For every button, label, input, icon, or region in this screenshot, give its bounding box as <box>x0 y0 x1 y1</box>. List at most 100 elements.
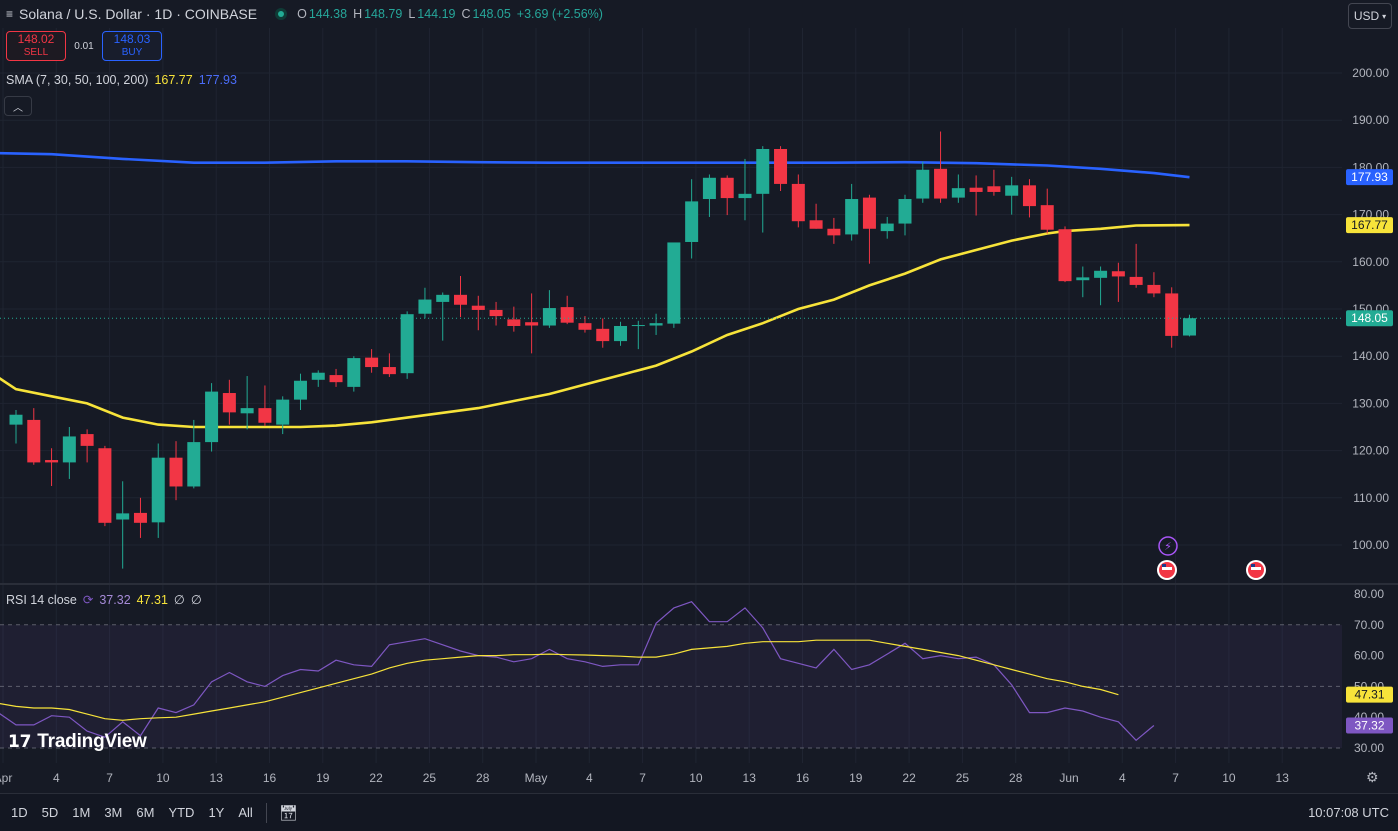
us-flag-icon-2-canton <box>1251 564 1255 567</box>
date-tick-label: 22 <box>369 771 383 785</box>
change-value: +3.69 (+2.56%) <box>516 7 603 21</box>
candle-body <box>507 319 521 326</box>
buy-button[interactable]: 148.03 BUY <box>102 31 162 61</box>
chevron-down-icon: ▾ <box>1382 11 1387 21</box>
currency-button[interactable]: USD ▾ <box>1348 3 1392 29</box>
low-value: 144.19 <box>417 7 456 21</box>
rsi-empty-1: ∅ <box>173 593 185 607</box>
rsi-value: 37.32 <box>99 592 131 607</box>
range-ytd[interactable]: YTD <box>161 805 201 820</box>
date-tick-label: 16 <box>263 771 277 785</box>
price-tick-label: 100.00 <box>1352 538 1389 552</box>
gear-icon[interactable]: ⚙ <box>1366 769 1379 786</box>
rsi-tick-label: 60.00 <box>1354 649 1384 663</box>
range-1m[interactable]: 1M <box>65 805 97 820</box>
date-tick-label: Apr <box>0 771 12 785</box>
price-tick-label: 110.00 <box>1353 491 1389 505</box>
candle-body <box>1094 270 1108 278</box>
date-tick-label: 10 <box>689 771 703 785</box>
chart-canvas[interactable]: 200.00190.00180.00170.00160.00150.00140.… <box>0 0 1398 793</box>
candle-body <box>649 323 663 326</box>
candle-body <box>934 168 948 199</box>
rsi-tick-label: 70.00 <box>1354 618 1384 632</box>
spread-value: 0.01 <box>74 40 94 52</box>
trade-panel: 148.02 SELL 0.01 148.03 BUY <box>6 31 162 61</box>
candle-body <box>489 309 503 317</box>
price-tick-label: 130.00 <box>1352 396 1389 410</box>
candle-body <box>1040 205 1054 230</box>
date-tick-label: May <box>525 771 548 785</box>
sma-value-blue: 177.93 <box>198 73 237 87</box>
chevron-up-icon[interactable]: ︿ <box>4 96 32 116</box>
candle-body <box>205 391 219 443</box>
date-tick-label: 7 <box>106 771 113 785</box>
close-value: 148.05 <box>472 7 511 21</box>
candle-body <box>862 197 876 229</box>
candle-body <box>845 199 859 235</box>
rsi-legend[interactable]: RSI 14 close ⟳ 37.32 47.31 ∅ ∅ <box>6 592 202 608</box>
sma-legend[interactable]: SMA (7, 30, 50, 100, 200) 167.77 177.93 <box>6 73 237 87</box>
range-6m[interactable]: 6M <box>129 805 161 820</box>
sell-label: SELL <box>23 47 49 58</box>
rsi-ma-value: 47.31 <box>136 592 168 607</box>
candle-body <box>133 512 147 523</box>
currency-label: USD <box>1353 9 1380 23</box>
buy-price: 148.03 <box>113 32 151 46</box>
date-tick-label: 10 <box>1222 771 1236 785</box>
range-1y[interactable]: 1Y <box>201 805 231 820</box>
date-tick-label: Jun <box>1059 771 1078 785</box>
candle-body <box>702 177 716 200</box>
candle-body <box>1058 229 1072 282</box>
candle-body <box>258 408 272 423</box>
hamburger-icon[interactable]: ≡ <box>6 7 13 21</box>
candle-body <box>560 307 574 323</box>
candle-body <box>293 380 307 400</box>
sell-price: 148.02 <box>17 32 55 46</box>
date-tick-label: 4 <box>1119 771 1126 785</box>
ohlc-values: O 144.38 H 148.79 L 144.19 C 148.05 +3.69 (+… <box>297 7 603 21</box>
rsi-tick-label: 30.00 <box>1354 741 1384 755</box>
candle-body <box>756 148 770 194</box>
symbol-title[interactable]: Solana / U.S. Dollar · 1D · COINBASE <box>19 6 257 22</box>
sma-label: SMA (7, 30, 50, 100, 200) <box>6 73 149 87</box>
buy-label: BUY <box>121 47 143 58</box>
candle-body <box>827 228 841 236</box>
high-value: 148.79 <box>364 7 403 21</box>
candle-body <box>436 294 450 302</box>
range-all[interactable]: All <box>231 805 259 820</box>
candle-body <box>578 323 592 330</box>
range-1d[interactable]: 1D <box>0 805 35 820</box>
date-tick-label: 7 <box>1172 771 1179 785</box>
calendar-icon[interactable]: 📅︎ <box>273 804 304 822</box>
date-tick-label: 13 <box>210 771 224 785</box>
range-3m[interactable]: 3M <box>97 805 129 820</box>
date-tick-label: 13 <box>743 771 757 785</box>
candle-body <box>791 183 805 222</box>
date-tick-label: 7 <box>639 771 646 785</box>
candle-body <box>774 148 788 184</box>
toolbar-divider <box>265 802 267 823</box>
candle-body <box>45 460 59 463</box>
rsi-empty-2: ∅ <box>190 593 202 607</box>
rsi-ma-badge: 47.31 <box>1354 688 1384 702</box>
candle-body <box>880 223 894 232</box>
price-tick-label: 190.00 <box>1352 113 1389 127</box>
sell-button[interactable]: 148.02 SELL <box>6 31 66 61</box>
candle-body <box>596 328 610 342</box>
low-key: L <box>408 7 416 21</box>
date-tick-label: 4 <box>586 771 593 785</box>
candle-body <box>240 408 254 414</box>
candle-body <box>1111 271 1125 277</box>
candle-body <box>418 299 432 314</box>
utc-clock[interactable]: 10:07:08 UTC <box>1308 805 1389 820</box>
market-open-dot-icon <box>275 8 288 20</box>
high-key: H <box>353 7 363 21</box>
date-tick-label: 10 <box>156 771 170 785</box>
date-tick-label: 25 <box>956 771 970 785</box>
candle-body <box>667 242 681 324</box>
candle-body <box>276 399 290 425</box>
range-5d[interactable]: 5D <box>35 805 66 820</box>
date-tick-label: 28 <box>476 771 490 785</box>
candle-body <box>542 308 556 326</box>
date-tick-label: 22 <box>902 771 916 785</box>
